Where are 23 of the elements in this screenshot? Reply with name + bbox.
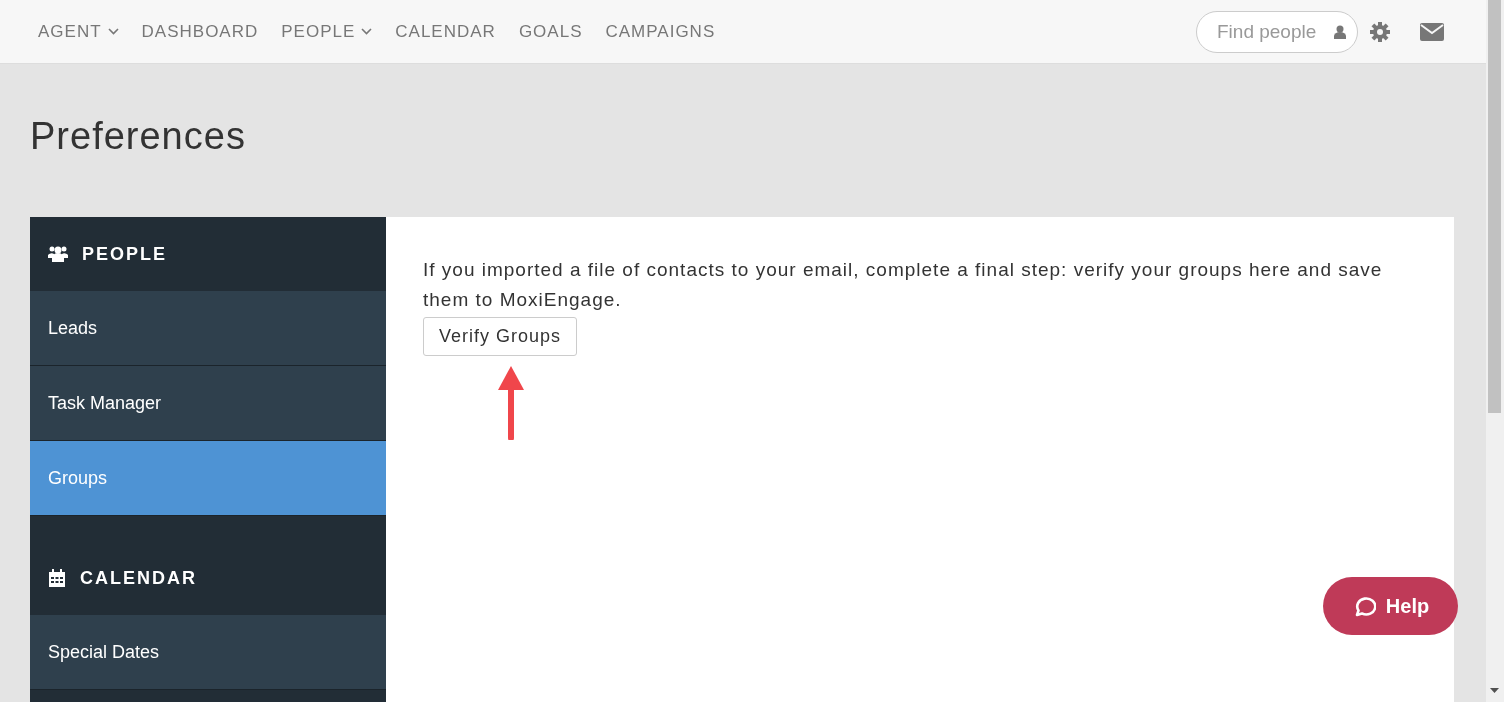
sidebar-item[interactable]: Leads (30, 291, 386, 366)
search-field[interactable]: Find people (1196, 10, 1358, 53)
instruction-text: If you imported a file of contacts to your email, complete a final step: verify your groups here and save them to MoxiEngage. (423, 258, 1384, 312)
sidebar-item[interactable]: Special Dates (30, 615, 386, 690)
nav-link[interactable]: GOALS (518, 21, 583, 42)
sidebar-item[interactable]: Task Manager (30, 366, 386, 441)
nav-link[interactable]: PEOPLE (281, 21, 373, 42)
scrollbar[interactable] (1486, 0, 1504, 702)
section-heading: PEOPLE (82, 243, 168, 265)
nav-link[interactable]: CAMPAIGNS (605, 21, 716, 42)
nav-link[interactable]: CALENDAR (395, 21, 496, 42)
nav-link[interactable]: AGENT (38, 21, 119, 42)
page-title: Preferences (29, 114, 246, 156)
sidebar-item[interactable]: Groups (30, 441, 386, 516)
section-heading: CALENDAR (80, 567, 197, 589)
help-button[interactable]: Help (1323, 577, 1458, 635)
verify-groups-button[interactable]: Verify Groups (423, 317, 578, 356)
people-icon (48, 245, 68, 263)
nav-link[interactable]: DASHBOARD (141, 21, 259, 42)
person-icon (1334, 24, 1346, 39)
mail-icon[interactable] (1420, 22, 1444, 41)
settings-icon[interactable] (1370, 21, 1390, 42)
calendar-icon (48, 568, 66, 588)
